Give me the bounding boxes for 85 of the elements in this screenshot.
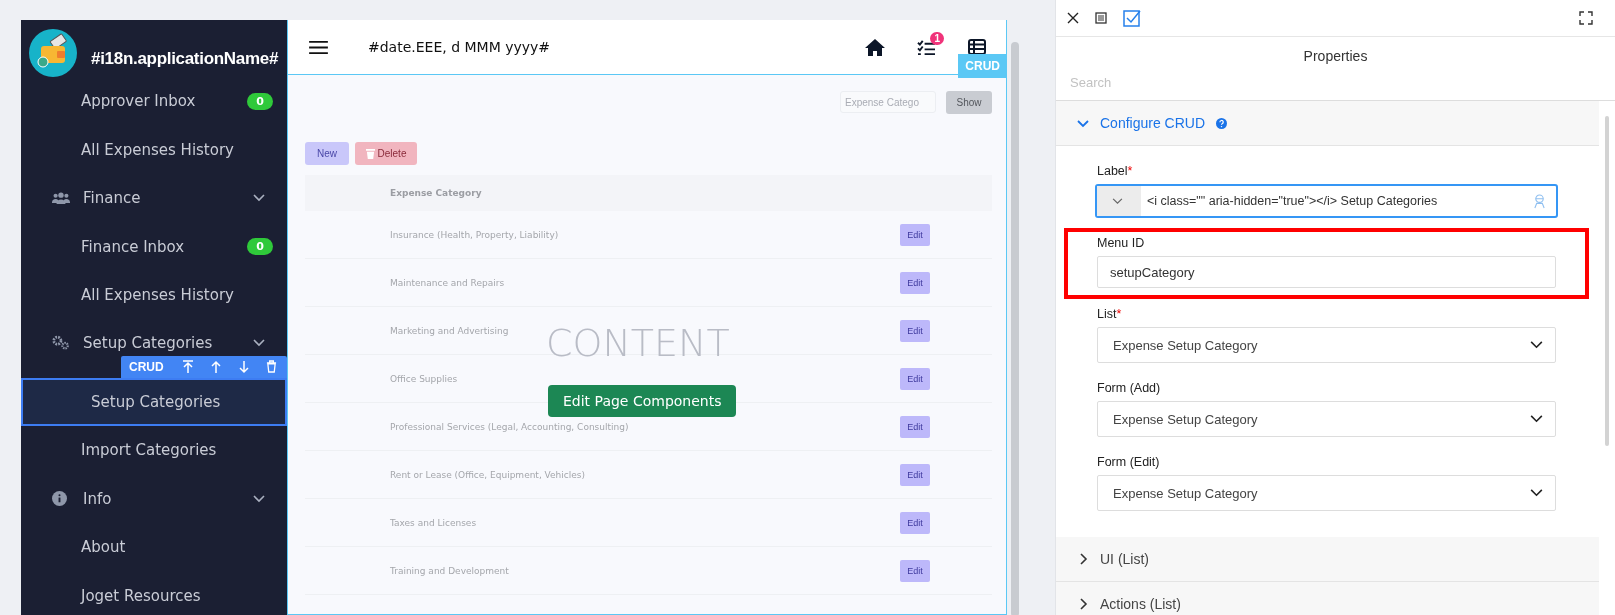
table-cell-text: Maintenance and Repairs <box>390 277 506 288</box>
table-icon[interactable] <box>968 39 986 55</box>
chevron-down-icon <box>253 494 265 503</box>
chevron-down-icon <box>1077 117 1089 129</box>
task-list-icon[interactable] <box>917 38 936 56</box>
search-field[interactable]: Expense Catego <box>840 91 936 113</box>
chevron-down-icon <box>1112 197 1123 205</box>
section-header[interactable]: Configure CRUD <box>1056 101 1599 146</box>
table-cell-text: Insurance (Health, Property, Liability) <box>390 229 560 240</box>
menu-item[interactable]: All Expenses History <box>21 271 287 320</box>
scrollbar[interactable] <box>1011 42 1019 615</box>
menu-item[interactable]: All Expenses History <box>21 125 287 174</box>
content-watermark: CONTENT <box>546 321 730 365</box>
move-top-icon[interactable] <box>181 359 194 374</box>
edit-page-components-button[interactable]: Edit Page Components <box>548 385 737 417</box>
component-label: CRUD <box>129 359 164 374</box>
fullscreen-icon[interactable] <box>1579 11 1593 25</box>
edit-button[interactable]: Edit <box>900 223 930 246</box>
home-icon[interactable] <box>865 38 885 56</box>
menu-item[interactable]: Setup Categories <box>21 377 287 426</box>
column-header: Expense Category <box>390 188 482 198</box>
menu-group[interactable]: Info <box>21 474 287 523</box>
scrollbar[interactable] <box>1605 116 1609 446</box>
wallet-logo-icon <box>29 28 77 77</box>
date-text: #date.EEE, d MMM yyyy# <box>368 39 551 55</box>
select-field[interactable]: Expense Setup Category <box>1097 327 1556 363</box>
count-badge: 0 <box>247 238 273 256</box>
table-cell-text: Office Supplies <box>390 373 459 384</box>
trash-icon <box>365 148 375 159</box>
panel-title: Properties <box>1302 47 1369 64</box>
section-header[interactable]: Actions (List) <box>1056 582 1599 615</box>
table-cell-text: Marketing and Advertising <box>390 325 510 336</box>
delete-button[interactable]: Delete <box>355 142 417 165</box>
table-cell-text: Professional Services (Legal, Accounting, Consulting) <box>390 421 630 432</box>
info-icon <box>52 491 67 507</box>
robot-icon <box>1533 193 1546 209</box>
arrow-down-icon[interactable] <box>237 359 250 374</box>
table-cell-text: Training and Development <box>390 565 510 576</box>
count-badge: 0 <box>247 92 273 110</box>
menu-group[interactable]: Setup Categories <box>21 319 287 356</box>
menu-icon[interactable] <box>309 39 328 55</box>
checkbox-icon[interactable] <box>1123 9 1141 27</box>
menu-group[interactable]: Finance <box>21 174 287 223</box>
edit-button[interactable]: Edit <box>900 463 930 486</box>
trash-icon[interactable] <box>265 360 277 373</box>
chevron-down-icon <box>253 338 265 347</box>
field-label: Form (Edit) <box>1097 455 1161 469</box>
edit-button[interactable]: Edit <box>900 511 930 534</box>
app-name: #i18n.applicationName# <box>91 48 279 69</box>
component-tag: CRUD <box>958 54 1007 78</box>
edit-button[interactable]: Edit <box>900 271 930 294</box>
people-icon <box>52 191 70 205</box>
new-button[interactable]: New <box>305 142 349 165</box>
chevron-right-icon <box>1077 553 1089 565</box>
chevron-down-icon <box>1530 489 1543 497</box>
label-field[interactable]: <i class="" aria-hidden="true"></i> Setup Categories <box>1095 184 1558 218</box>
chevron-down-icon <box>253 194 265 203</box>
chevron-down-icon <box>1530 415 1543 423</box>
close-icon[interactable] <box>1067 12 1079 24</box>
section-header[interactable]: UI (List) <box>1056 537 1599 582</box>
select-field[interactable]: Expense Setup Category <box>1097 401 1556 437</box>
arrow-up-icon[interactable] <box>209 359 222 374</box>
edit-button[interactable]: Edit <box>900 319 930 342</box>
select-field[interactable]: Expense Setup Category <box>1097 475 1556 511</box>
field-label: Form (Add) <box>1097 381 1162 395</box>
menu-item[interactable]: Joget Resources <box>21 571 287 615</box>
menu-item[interactable]: About <box>21 523 287 572</box>
edit-button[interactable]: Edit <box>900 367 930 390</box>
chevron-right-icon <box>1077 598 1089 610</box>
gears-icon <box>52 335 70 350</box>
menu-item[interactable]: Finance Inbox 0 <box>21 222 287 271</box>
field-label: Menu ID <box>1097 236 1146 250</box>
field-label: List* <box>1097 307 1123 321</box>
field-label: Label* <box>1097 164 1134 178</box>
text-field[interactable]: setupCategory <box>1097 256 1556 288</box>
menu-item[interactable]: Approver Inbox 0 <box>21 77 287 126</box>
chevron-down-icon <box>1530 341 1543 349</box>
menu-item[interactable]: Import Categories <box>21 426 287 475</box>
window-icon[interactable] <box>1095 12 1107 24</box>
show-button[interactable]: Show <box>946 91 992 114</box>
table-cell-text: Taxes and Licenses <box>390 517 478 528</box>
edit-button[interactable]: Edit <box>900 559 930 582</box>
table-cell-text: Rent or Lease (Office, Equipment, Vehicles) <box>390 469 586 480</box>
edit-button[interactable]: Edit <box>900 415 930 438</box>
notification-badge: 1 <box>930 31 944 45</box>
